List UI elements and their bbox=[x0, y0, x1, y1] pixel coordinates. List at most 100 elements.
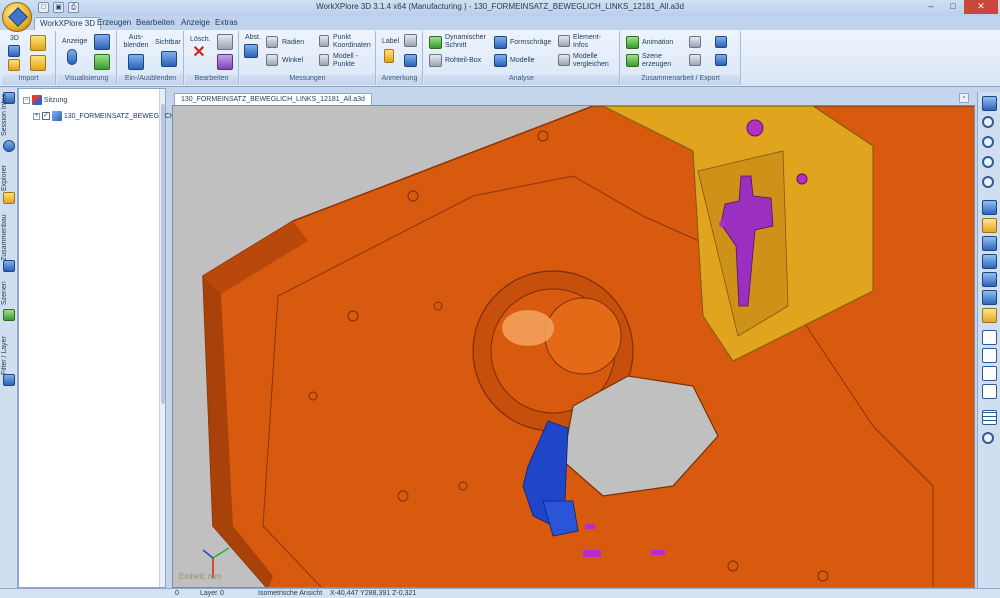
save-export-icon[interactable] bbox=[715, 36, 727, 48]
app-menu-button[interactable] bbox=[2, 2, 32, 32]
zoom-window-icon[interactable] bbox=[982, 136, 994, 148]
group-label-analyse: Analyse bbox=[424, 75, 619, 85]
distance-icon[interactable] bbox=[244, 44, 258, 58]
explorer-icon[interactable] bbox=[3, 192, 15, 204]
tree-root-row[interactable]: − Sitzung bbox=[23, 95, 67, 105]
view-cube-icon[interactable] bbox=[982, 96, 997, 111]
draft-analysis-icon[interactable] bbox=[494, 36, 507, 49]
tab-workxplore-3d[interactable]: WorkXPlore 3D bbox=[34, 17, 101, 30]
model-points-icon[interactable] bbox=[319, 54, 329, 66]
session-icon bbox=[31, 95, 42, 105]
open-folder-icon[interactable] bbox=[30, 35, 46, 51]
view-top-icon[interactable] bbox=[982, 236, 997, 251]
hide-icon[interactable] bbox=[128, 54, 144, 70]
group-label-zusammenarbeit: Zusammenarbeit / Export bbox=[621, 75, 740, 85]
loesch-label: Lösch. bbox=[190, 36, 211, 43]
raw-box-icon[interactable] bbox=[429, 54, 442, 67]
view-front-icon[interactable] bbox=[982, 200, 997, 215]
visible-icon[interactable] bbox=[161, 51, 177, 67]
tab-bearbeiten[interactable]: Bearbeiten bbox=[131, 17, 180, 30]
group-label-anmerkung: Anmerkung bbox=[377, 75, 422, 85]
tab-session-info[interactable]: Session Infos bbox=[1, 92, 17, 138]
import-3d-icon[interactable] bbox=[8, 45, 20, 57]
publish-icon[interactable] bbox=[715, 54, 727, 66]
magenta-piece-3 bbox=[585, 524, 595, 529]
render-cube-icon[interactable] bbox=[94, 34, 110, 50]
export-icon[interactable] bbox=[689, 36, 701, 48]
close-button[interactable]: ✕ bbox=[964, 0, 998, 14]
vergleichen-label-2: vergleichen bbox=[573, 61, 609, 68]
group-label-bearbeiten: Bearbeiten bbox=[185, 75, 238, 85]
text-annotation-icon[interactable] bbox=[404, 54, 417, 67]
split-horizontal-icon[interactable] bbox=[982, 366, 997, 381]
delete-icon[interactable]: ✕ bbox=[191, 45, 207, 64]
group-bearbeiten: Lösch. ✕ Bearbeiten bbox=[185, 31, 239, 85]
split-vertical-icon[interactable] bbox=[982, 348, 997, 363]
abst-label: Abst. bbox=[245, 34, 261, 41]
radius-icon[interactable] bbox=[266, 36, 278, 48]
view-iso-icon[interactable] bbox=[982, 218, 997, 233]
tab-szenen[interactable]: Szenen bbox=[1, 278, 17, 308]
assembly-icon[interactable] bbox=[3, 260, 15, 272]
element-info-icon[interactable] bbox=[558, 35, 570, 47]
collapse-icon[interactable]: − bbox=[23, 96, 30, 104]
tree-scrollbar[interactable] bbox=[159, 89, 165, 587]
3d-viewport[interactable]: Einheit: mm bbox=[172, 105, 975, 588]
view-back-icon[interactable] bbox=[982, 308, 997, 323]
display-mode-icon[interactable] bbox=[67, 49, 77, 65]
compare-models-icon[interactable] bbox=[558, 54, 570, 66]
recent-folder-icon[interactable] bbox=[8, 59, 20, 71]
grid-icon[interactable] bbox=[982, 410, 997, 425]
visibility-checkbox[interactable]: ✓ bbox=[41, 112, 50, 120]
axis-x-line bbox=[202, 549, 214, 559]
quad-view-icon[interactable] bbox=[982, 384, 997, 399]
import-folder-icon[interactable] bbox=[30, 55, 46, 71]
center-icon[interactable] bbox=[982, 432, 994, 444]
formschraege-label: Formschräge bbox=[510, 39, 552, 46]
anzeige-label: Anzeige bbox=[62, 38, 88, 45]
tab-extras[interactable]: Extras bbox=[210, 17, 243, 30]
group-import: 3D Import bbox=[2, 31, 56, 85]
view-bottom-icon[interactable] bbox=[982, 290, 997, 305]
dynamic-section-icon[interactable] bbox=[429, 36, 442, 49]
edit-icon[interactable] bbox=[217, 34, 233, 50]
tree-child-row[interactable]: + ✓ 130_FORMEINSATZ_BEWEGLICH bbox=[33, 111, 175, 121]
status-bar: 0 Layer 0 Isometrische Ansicht X-40,447 … bbox=[0, 588, 1000, 598]
minimize-button[interactable]: – bbox=[920, 0, 942, 14]
create-scene-icon[interactable] bbox=[626, 54, 639, 67]
window-title: WorkXPlore 3D 3.1.4 x64 (Manufacturing )… bbox=[316, 2, 684, 11]
globe-icon[interactable] bbox=[3, 140, 15, 152]
radien-label: Radien bbox=[282, 39, 305, 46]
modelle-label: Modelle bbox=[510, 57, 535, 64]
tab-zusammenbau[interactable]: Zusammenbau bbox=[1, 208, 17, 268]
group-messungen: Abst. Radien Winkel Punkt Koordinaten Mo… bbox=[240, 31, 376, 85]
koordinaten-label: Koordinaten bbox=[333, 42, 371, 49]
view-left-icon[interactable] bbox=[982, 272, 997, 287]
layer-icon[interactable] bbox=[3, 374, 15, 386]
tab-erzeugen[interactable]: Erzeugen bbox=[92, 17, 136, 30]
magenta-piece-1 bbox=[583, 550, 601, 557]
single-view-icon[interactable] bbox=[982, 330, 997, 345]
window-controls: – □ ✕ bbox=[920, 0, 998, 14]
maximize-button[interactable]: □ bbox=[942, 0, 964, 14]
magenta-pin-1 bbox=[746, 119, 764, 137]
point-coordinates-icon[interactable] bbox=[319, 35, 329, 47]
label-icon[interactable] bbox=[384, 49, 394, 63]
zoom-icon[interactable] bbox=[982, 116, 994, 128]
models-icon[interactable] bbox=[494, 54, 507, 67]
zoom-out-icon[interactable] bbox=[982, 176, 994, 188]
share-icon[interactable] bbox=[689, 54, 701, 66]
scenes-icon[interactable] bbox=[3, 309, 15, 321]
animation-icon[interactable] bbox=[626, 36, 639, 49]
angle-icon[interactable] bbox=[266, 54, 278, 66]
note-icon[interactable] bbox=[404, 34, 417, 47]
expand-icon[interactable]: + bbox=[33, 112, 40, 120]
view-right-icon[interactable] bbox=[982, 254, 997, 269]
document-close-icon[interactable]: ▫ bbox=[959, 93, 969, 103]
render-style-icon[interactable] bbox=[94, 54, 110, 70]
document-tab[interactable]: 130_FORMEINSATZ_BEWEGLICH_LINKS_12181_Al… bbox=[174, 93, 372, 105]
core-dome bbox=[544, 297, 622, 375]
punkte-label: Punkte bbox=[333, 61, 355, 68]
zoom-in-icon[interactable] bbox=[982, 156, 994, 168]
color-edit-icon[interactable] bbox=[217, 54, 233, 70]
